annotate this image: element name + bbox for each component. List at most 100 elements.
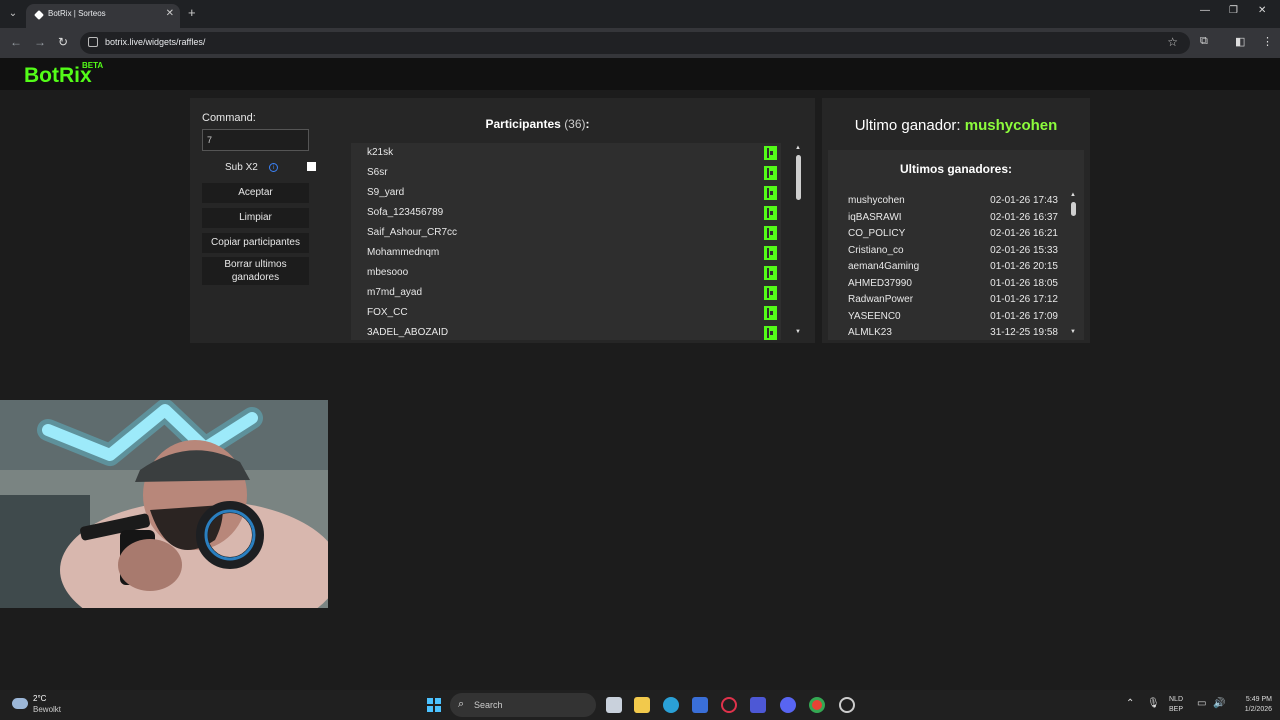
winner-name: AHMED37990	[848, 277, 912, 289]
kick-icon	[764, 166, 777, 180]
browser-tabbar: ⌄ BotRix | Sorteos ✕ + — ❐ ✕	[0, 0, 1280, 28]
webcam-image	[0, 400, 328, 608]
address-bar[interactable]: botrix.live/widgets/raffles/ ☆	[80, 32, 1190, 54]
winner-date: 02-01-26 15:33	[990, 244, 1058, 256]
new-tab-plus-icon[interactable]: +	[188, 5, 196, 20]
raffle-panel: Command: Sub X2 i Aceptar Limpiar Copiar…	[190, 98, 815, 343]
minimize-icon[interactable]: —	[1200, 5, 1210, 16]
botrix-logo[interactable]: BotRix BETA	[24, 61, 103, 88]
winner-date: 01-01-26 18:05	[990, 277, 1058, 289]
kick-icon	[764, 206, 777, 220]
list-item: AHMED37990 01-01-26 18:05	[848, 276, 1058, 292]
tab-title: BotRix | Sorteos	[48, 9, 106, 18]
taskbar-search[interactable]: ⌕ Search	[450, 693, 596, 717]
file-explorer-icon[interactable]	[634, 697, 650, 713]
taskbar: 2°C Bewolkt ⌕ Search ⌃ 🎙 NLD BEP ▭ 🔊 5:49…	[0, 690, 1280, 720]
winners-title: Ultimos ganadores:	[899, 162, 1013, 176]
reload-icon[interactable]: ↻	[58, 35, 68, 49]
tab-favicon-icon	[34, 10, 44, 20]
list-item: YASEENC0 01-01-26 17:09	[848, 309, 1058, 325]
last-winner-label: Ultimo ganador:	[854, 117, 961, 134]
winner-date: 01-01-26 20:15	[990, 261, 1058, 272]
clock-time: 5:49 PM	[1245, 696, 1272, 703]
kick-icon	[764, 286, 777, 300]
clear-button[interactable]: Limpiar	[202, 208, 309, 228]
network-icon[interactable]: ▭	[1197, 698, 1206, 709]
cloud-icon[interactable]	[12, 698, 28, 709]
kick-icon	[764, 226, 777, 240]
participant-name: k21sk	[367, 147, 394, 158]
list-item: m7md_ayad	[351, 283, 781, 303]
scroll-down-icon[interactable]: ▼	[795, 329, 801, 335]
list-item: Saif_Ashour_CR7cc	[351, 223, 781, 243]
list-item: Cristiano_co 02-01-26 15:33	[848, 243, 1058, 259]
participants-scrollbar[interactable]: ▲ ▼	[795, 145, 803, 338]
participants-list[interactable]: k21sk S6sr S9_yard Sofa_123456789 Saif_A…	[351, 143, 781, 340]
site-info-icon[interactable]	[88, 37, 98, 47]
participants-title: Participantes	[485, 117, 561, 131]
restore-icon[interactable]: ❐	[1229, 5, 1238, 16]
delete-winners-button[interactable]: Borrar ultimos ganadores	[202, 257, 309, 285]
scroll-up-icon[interactable]: ▲	[795, 145, 801, 151]
webcam-overlay	[0, 400, 328, 608]
app-icon[interactable]	[750, 697, 766, 713]
sub-x2-checkbox[interactable]	[307, 162, 316, 171]
scroll-thumb[interactable]	[1071, 202, 1076, 216]
list-item: RadwanPower 01-01-26 17:12	[848, 292, 1058, 308]
microphone-icon[interactable]: 🎙	[1147, 698, 1160, 709]
chrome-icon[interactable]	[809, 697, 825, 713]
last-winner-name: mushycohen	[964, 117, 1058, 134]
taskbar-clock[interactable]: 5:49 PM 1/2/2026	[1228, 695, 1272, 715]
store-icon[interactable]	[692, 697, 708, 713]
command-label: Command:	[202, 112, 256, 124]
winners-list[interactable]: Ultimos ganadores: mushycohen 02-01-26 17…	[828, 150, 1084, 340]
search-icon: ⌕	[458, 698, 465, 710]
language-code: NLD	[1169, 696, 1184, 703]
participant-name: mbesooo	[367, 267, 409, 278]
opera-icon[interactable]	[721, 697, 737, 713]
winner-name: iqBASRAWI	[848, 211, 902, 223]
command-input[interactable]	[202, 129, 309, 151]
list-item: ALMLK23 31-12-25 19:58	[848, 325, 1058, 340]
scroll-thumb[interactable]	[796, 155, 801, 200]
winner-name: RadwanPower	[848, 294, 914, 305]
app-icon[interactable]	[839, 697, 855, 713]
info-icon[interactable]: i	[269, 163, 278, 172]
scroll-down-icon[interactable]: ▼	[1070, 329, 1076, 335]
weather-temperature[interactable]: 2°C	[33, 694, 46, 703]
discord-icon[interactable]	[780, 697, 796, 713]
kick-icon	[764, 246, 777, 260]
volume-icon[interactable]: 🔊	[1213, 698, 1225, 709]
back-arrow-icon[interactable]: ←	[10, 35, 22, 49]
accept-button[interactable]: Aceptar	[202, 183, 309, 203]
bookmark-star-icon[interactable]: ☆	[1167, 35, 1178, 49]
list-item: mushycohen 02-01-26 17:43	[848, 193, 1058, 209]
tab-close-icon[interactable]: ✕	[166, 8, 174, 19]
tab-search-chevron-icon[interactable]: ⌄	[4, 6, 22, 22]
kick-icon	[764, 146, 777, 160]
language-indicator[interactable]: NLD BEP	[1169, 695, 1183, 715]
kick-icon	[764, 186, 777, 200]
winner-name: Cristiano_co	[848, 244, 904, 256]
winners-scrollbar[interactable]: ▲ ▼	[1070, 192, 1078, 338]
participant-name: S6sr	[367, 167, 388, 178]
profile-icon[interactable]: ◧	[1235, 35, 1245, 48]
menu-kebab-icon[interactable]: ⋮	[1262, 35, 1273, 48]
last-winner-heading: Ultimo ganador: mushycohen	[822, 117, 1090, 134]
edge-icon[interactable]	[663, 697, 679, 713]
weather-description[interactable]: Bewolkt	[33, 705, 61, 714]
winner-date: 02-01-26 16:21	[990, 228, 1058, 239]
list-item: mbesooo	[351, 263, 781, 283]
task-view-icon[interactable]	[606, 697, 622, 713]
tray-chevron-icon[interactable]: ⌃	[1126, 698, 1134, 709]
page: BotRix BETA Command: Sub X2 i Aceptar Li…	[0, 58, 1280, 690]
forward-arrow-icon[interactable]: →	[34, 35, 46, 49]
start-windows-icon[interactable]	[427, 698, 441, 712]
extensions-icon[interactable]: ⧉	[1200, 35, 1208, 48]
close-window-icon[interactable]: ✕	[1258, 5, 1266, 16]
copy-participants-button[interactable]: Copiar participantes	[202, 233, 309, 253]
winners-panel: Ultimo ganador: mushycohen Ultimos ganad…	[822, 98, 1090, 343]
scroll-up-icon[interactable]: ▲	[1070, 192, 1076, 198]
participant-name: m7md_ayad	[367, 287, 423, 298]
browser-tab[interactable]: BotRix | Sorteos ✕	[26, 4, 180, 28]
